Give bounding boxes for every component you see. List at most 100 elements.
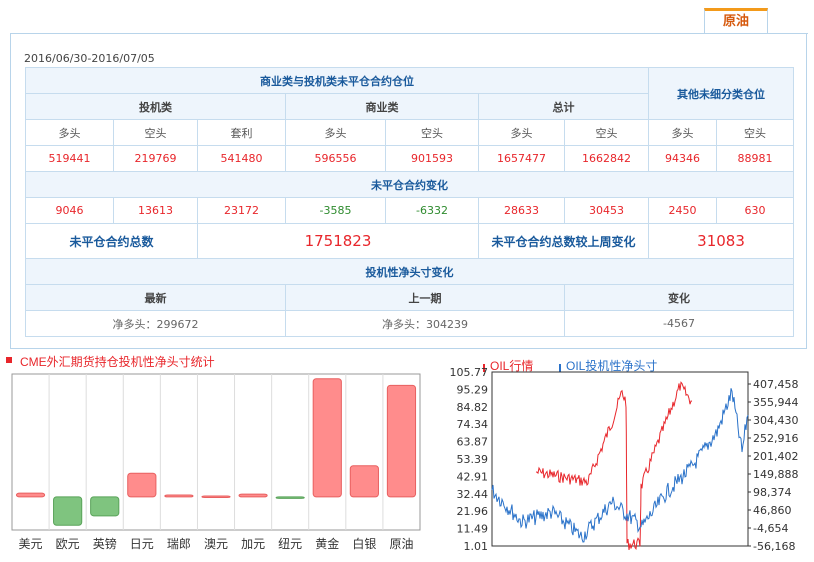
left-tick-label: 53.39: [457, 453, 489, 466]
bar-日元: [127, 472, 157, 498]
bar-加元: [238, 493, 268, 498]
left-tick-label: 105.77: [450, 366, 489, 379]
tab-crude-oil[interactable]: 原油: [704, 8, 768, 34]
net-prev-value: 净多头：304239: [285, 310, 565, 337]
net-col-prev: 上一期: [285, 284, 565, 311]
line-plot-frame: [491, 371, 749, 547]
position-cell: 519441: [25, 145, 114, 172]
change-cell: 13613: [113, 197, 198, 224]
bar-label: 英镑: [93, 536, 117, 551]
position-cell: 596556: [285, 145, 386, 172]
left-tick-label: 42.91: [457, 470, 489, 483]
bar-tick-labels: 美元 欧元 英镑 日元 瑞郎 澳元 加元 纽元 黄金 白银 原油: [19, 536, 414, 551]
bar-label: 日元: [130, 537, 154, 551]
positions-table: 商业类与投机类未平仓合约仓位 其他未细分类仓位 投机类 商业类 总计 多头 空头…: [24, 67, 795, 337]
left-tick-label: 11.49: [457, 523, 489, 536]
bar-marks: [15, 378, 417, 526]
position-cell: 88981: [716, 145, 795, 172]
right-tick-label: 355,944: [753, 396, 799, 409]
right-axis-ticks: 407,458 355,944 304,430 252,916 201,402 149,8…: [748, 378, 799, 553]
changes-row: 9046 13613 23172 -3585 -6332 28633 30453…: [25, 197, 795, 224]
net-col-change: 变化: [563, 284, 795, 311]
left-axis-ticks: 105.77 95.29 84.82 74.34 63.87 53.39 42.91 32.4…: [450, 366, 489, 553]
left-tick-label: 32.44: [457, 488, 489, 501]
position-cell: 541480: [197, 145, 286, 172]
line-legend: OIL行情 OIL投机性净头寸: [483, 358, 657, 373]
series-oil-net-position: [491, 388, 749, 543]
bar-label: 纽元: [278, 537, 302, 551]
col-long: 多头: [285, 119, 386, 146]
cme-net-positions-chart: CME外汇期货持仓投机性净头寸统计 美元 欧元 英镑 日元 瑞郎 澳元 加元 纽元 黄金 白银 原油: [6, 352, 426, 557]
right-tick-label: 252,916: [753, 432, 799, 445]
bar-澳元: [201, 495, 231, 498]
series-oil-price: [535, 381, 693, 551]
bar-label: 原油: [389, 537, 413, 551]
col-short: 空头: [385, 119, 479, 146]
change-header: 未平仓合约变化: [24, 171, 795, 198]
col-short: 空头: [716, 119, 795, 146]
left-tick-label: 21.96: [457, 505, 489, 518]
bar-label: 白银: [352, 536, 376, 551]
col-long: 多头: [648, 119, 718, 146]
bar-chart-svg: CME外汇期货持仓投机性净头寸统计 美元 欧元 英镑 日元 瑞郎 澳元 加元 纽元 黄金 白银 原油: [6, 354, 421, 551]
right-tick-label: 304,430: [753, 414, 799, 427]
weekly-change-label: 未平仓合约总数较上周变化: [477, 223, 650, 259]
oil-price-net-chart: OIL行情 OIL投机性净头寸 105.77 95.29 84.82 74.34 63.8…: [440, 352, 808, 557]
bar-美元: [15, 492, 46, 498]
bar-label: 瑞郎: [167, 537, 191, 551]
bar-黄金: [312, 378, 342, 498]
group-commercial: 商业类: [285, 93, 479, 120]
position-cell: 219769: [113, 145, 198, 172]
position-cell: 94346: [648, 145, 718, 172]
col-short: 空头: [563, 119, 650, 146]
bar-白银: [349, 465, 379, 498]
right-tick-label: 407,458: [753, 378, 799, 391]
total-value: 1751823: [197, 223, 479, 259]
bar-瑞郎: [164, 494, 194, 498]
group-speculative: 投机类: [25, 93, 286, 120]
positions-row: 519441 219769 541480 596556 901593 16574…: [25, 145, 795, 172]
change-cell: 30453: [563, 197, 650, 224]
col-long: 多头: [25, 119, 114, 146]
line-chart-svg: OIL行情 OIL投机性净头寸 105.77 95.29 84.82 74.34 63.8…: [450, 358, 799, 553]
bar-label: 加元: [241, 537, 265, 551]
bar-label: 欧元: [56, 537, 80, 551]
change-cell: -6332: [385, 197, 479, 224]
right-tick-label: 201,402: [753, 450, 799, 463]
position-cell: 1662842: [563, 145, 650, 172]
net-latest-value: 净多头：299672: [25, 310, 286, 337]
header-other: 其他未细分类仓位: [648, 67, 795, 120]
right-tick-label: -56,168: [753, 540, 795, 553]
legend-label: OIL行情: [490, 359, 533, 373]
col-spread: 套利: [197, 119, 286, 146]
change-cell: 28633: [478, 197, 565, 224]
total-label: 未平仓合约总数: [25, 223, 198, 259]
group-total: 总计: [477, 93, 650, 120]
positions-panel: 2016/06/30-2016/07/05 商业类与投机类未平仓合约仓位 其他未…: [10, 34, 807, 349]
legend-swatch-bar: [6, 357, 12, 363]
bar-label: 澳元: [204, 537, 228, 551]
net-col-latest: 最新: [25, 284, 286, 311]
header-main: 商业类与投机类未平仓合约仓位: [24, 67, 650, 94]
left-tick-label: 63.87: [457, 436, 489, 449]
bar-原油: [386, 384, 417, 498]
position-cell: 901593: [385, 145, 479, 172]
right-tick-label: -4,654: [753, 522, 788, 535]
net-change-value: -4567: [563, 310, 795, 337]
bar-chart-title: CME外汇期货持仓投机性净头寸统计: [20, 354, 215, 369]
date-range: 2016/06/30-2016/07/05: [24, 52, 155, 65]
legend-label: OIL投机性净头寸: [566, 358, 657, 373]
position-cell: 1657477: [478, 145, 565, 172]
left-tick-label: 84.82: [457, 401, 489, 414]
change-cell: 23172: [197, 197, 286, 224]
bar-label: 美元: [19, 537, 43, 551]
right-tick-label: 149,888: [753, 468, 799, 481]
change-cell: -3585: [285, 197, 386, 224]
right-tick-label: 98,374: [753, 486, 792, 499]
col-short: 空头: [113, 119, 198, 146]
right-tick-label: 46,860: [753, 504, 792, 517]
tab-bar: 原油: [0, 0, 814, 34]
net-header: 投机性净头寸变化: [24, 258, 795, 285]
col-long: 多头: [478, 119, 565, 146]
change-cell: 2450: [648, 197, 718, 224]
